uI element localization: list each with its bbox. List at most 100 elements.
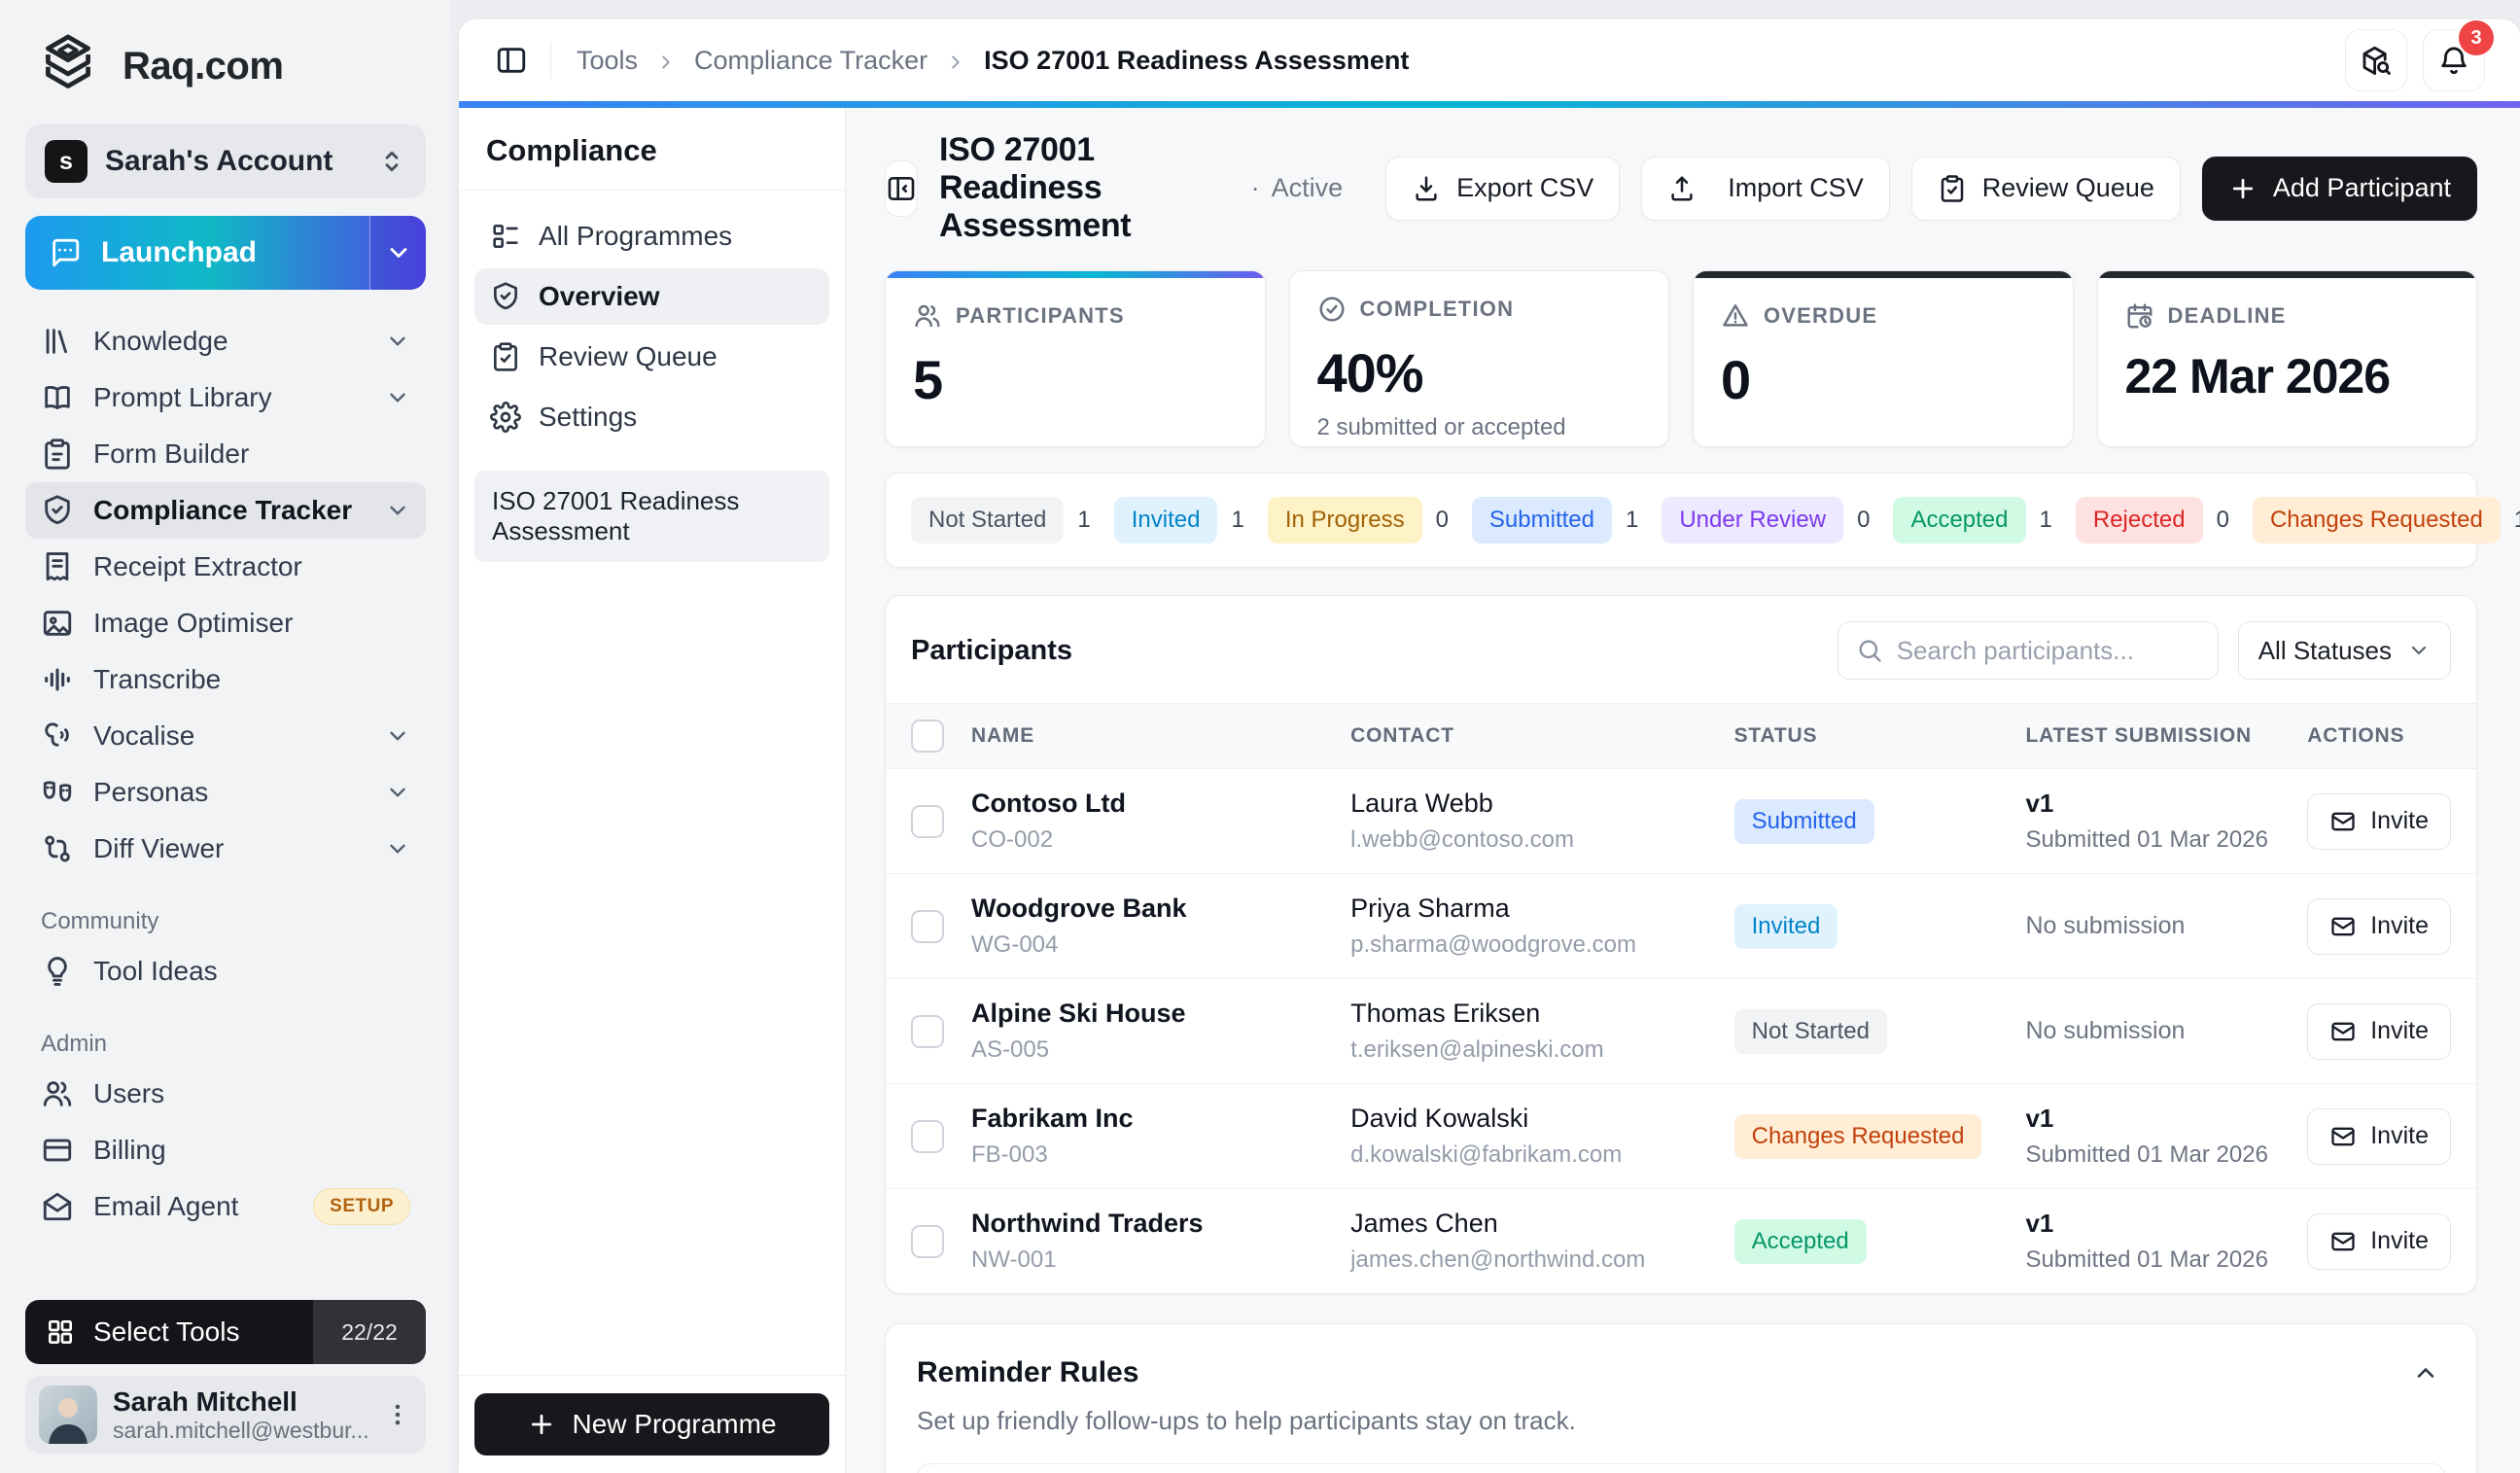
sidebar-toggle-button[interactable] bbox=[488, 37, 535, 84]
status-text: Active bbox=[1272, 173, 1344, 203]
sidebar-item-personas[interactable]: Personas bbox=[25, 764, 426, 821]
sidebar-item-tool-ideas[interactable]: Tool Ideas bbox=[25, 943, 426, 1000]
export-csv-button[interactable]: Export CSV bbox=[1385, 157, 1620, 221]
setup-badge: SETUP bbox=[313, 1188, 410, 1225]
add-participant-button[interactable]: Add Participant bbox=[2202, 157, 2477, 221]
sidebar-item-prompt-library[interactable]: Prompt Library bbox=[25, 369, 426, 426]
credit-card-icon bbox=[41, 1134, 74, 1167]
import-csv-button[interactable]: Import CSV bbox=[1641, 157, 1890, 221]
sidebar-nav: Knowledge Prompt Library Form Builder Co… bbox=[25, 313, 426, 877]
compliance-nav-review-queue[interactable]: Review Queue bbox=[474, 329, 829, 385]
contact-email: p.sharma@woodgrove.com bbox=[1350, 931, 1706, 959]
sidebar-item-transcribe[interactable]: Transcribe bbox=[25, 651, 426, 708]
chevron-down-icon bbox=[385, 239, 412, 266]
select-all-checkbox[interactable] bbox=[911, 719, 944, 753]
sidebar-item-email-agent[interactable]: Email Agent SETUP bbox=[25, 1178, 426, 1235]
table-row: Fabrikam IncFB-003 David Kowalskid.kowal… bbox=[886, 1084, 2476, 1189]
breadcrumb-tools[interactable]: Tools bbox=[577, 46, 638, 76]
package-search-button[interactable] bbox=[2345, 29, 2407, 91]
user-name: Sarah Mitchell bbox=[113, 1386, 368, 1418]
compliance-panel: Compliance All Programmes Overview bbox=[459, 108, 846, 1473]
sidebar-item-receipt-extractor[interactable]: Receipt Extractor bbox=[25, 539, 426, 595]
notifications-button[interactable]: 3 bbox=[2423, 29, 2485, 91]
breadcrumb-compliance-tracker[interactable]: Compliance Tracker bbox=[694, 46, 928, 76]
sidebar-item-compliance-tracker[interactable]: Compliance Tracker bbox=[25, 482, 426, 539]
content-row: Compliance All Programmes Overview bbox=[459, 108, 2520, 1473]
participant-search[interactable] bbox=[1838, 621, 2219, 680]
account-switcher[interactable]: s Sarah's Account bbox=[25, 124, 426, 198]
reminder-rule-item: Send 7 days before the deadline Disable bbox=[917, 1463, 2445, 1473]
brand: Raq.com bbox=[25, 23, 426, 103]
contact-email: t.eriksen@alpineski.com bbox=[1350, 1036, 1706, 1064]
sidebar-item-image-optimiser[interactable]: Image Optimiser bbox=[25, 595, 426, 651]
participant-name: Contoso Ltd bbox=[971, 789, 1323, 819]
new-programme-button[interactable]: New Programme bbox=[474, 1393, 829, 1455]
sidebar-item-vocalise[interactable]: Vocalise bbox=[25, 708, 426, 764]
row-checkbox[interactable] bbox=[911, 1120, 944, 1153]
user-menu[interactable]: Sarah Mitchell sarah.mitchell@westbur... bbox=[25, 1376, 426, 1454]
invite-button[interactable]: Invite bbox=[2307, 793, 2451, 850]
submission-version: v1 bbox=[2025, 1209, 2280, 1239]
sidebar-item-knowledge[interactable]: Knowledge bbox=[25, 313, 426, 369]
launchpad-main[interactable]: Launchpad bbox=[25, 216, 369, 290]
invite-button[interactable]: Invite bbox=[2307, 1003, 2451, 1060]
image-icon bbox=[41, 607, 74, 640]
status-badge: Submitted bbox=[1734, 799, 1874, 844]
community-section-label: Community bbox=[41, 908, 426, 935]
gear-icon bbox=[490, 402, 521, 433]
collapse-section-button[interactable] bbox=[2406, 1353, 2445, 1392]
chevron-down-icon bbox=[385, 498, 410, 523]
launchpad-button[interactable]: Launchpad bbox=[25, 216, 426, 290]
participant-code: CO-002 bbox=[971, 826, 1323, 854]
lightbulb-icon bbox=[41, 955, 74, 988]
row-checkbox[interactable] bbox=[911, 1225, 944, 1258]
select-tools-button[interactable]: Select Tools 22/22 bbox=[25, 1300, 426, 1364]
compliance-nav-overview[interactable]: Overview bbox=[474, 268, 829, 325]
plus-icon bbox=[2228, 174, 2258, 203]
chevron-down-icon bbox=[2407, 639, 2431, 662]
participant-name: Fabrikam Inc bbox=[971, 1104, 1323, 1134]
select-tools-main[interactable]: Select Tools bbox=[25, 1316, 313, 1348]
row-checkbox[interactable] bbox=[911, 805, 944, 838]
participant-code: WG-004 bbox=[971, 931, 1323, 959]
collapse-panel-button[interactable] bbox=[885, 160, 918, 217]
row-checkbox[interactable] bbox=[911, 910, 944, 943]
sidebar-item-form-builder[interactable]: Form Builder bbox=[25, 426, 426, 482]
invite-button[interactable]: Invite bbox=[2307, 1108, 2451, 1165]
status-pill-invited: Invited bbox=[1114, 497, 1218, 544]
sidebar-item-users[interactable]: Users bbox=[25, 1066, 426, 1122]
sidebar-bottom: Select Tools 22/22 Sarah Mitchell sarah.… bbox=[25, 1300, 426, 1454]
submission-version: v1 bbox=[2025, 1104, 2280, 1134]
brand-logo-icon bbox=[31, 29, 105, 103]
compliance-nav-settings[interactable]: Settings bbox=[474, 389, 829, 445]
workspace-column: Tools Compliance Tracker ISO 27001 Readi… bbox=[449, 0, 2520, 1473]
breadcrumb-current: ISO 27001 Readiness Assessment bbox=[984, 46, 1409, 76]
invite-button[interactable]: Invite bbox=[2307, 1213, 2451, 1270]
launchpad-expand-button[interactable] bbox=[369, 216, 426, 290]
page-header: ISO 27001 Readiness Assessment · Active … bbox=[885, 131, 2477, 245]
reminder-rules-description: Set up friendly follow-ups to help parti… bbox=[917, 1406, 2445, 1436]
stat-value: 22 Mar 2026 bbox=[2125, 348, 2450, 404]
status-filter-dropdown[interactable]: All Statuses bbox=[2238, 621, 2451, 680]
main-sidebar: Raq.com s Sarah's Account Launchpad bbox=[0, 0, 449, 1473]
sidebar-item-diff-viewer[interactable]: Diff Viewer bbox=[25, 821, 426, 877]
contact-name: Priya Sharma bbox=[1350, 894, 1706, 924]
search-input[interactable] bbox=[1897, 636, 2200, 666]
workspace-shell: Tools Compliance Tracker ISO 27001 Readi… bbox=[459, 19, 2520, 1473]
divider bbox=[550, 42, 551, 79]
contact-email: james.chen@northwind.com bbox=[1350, 1246, 1706, 1274]
contact-name: David Kowalski bbox=[1350, 1104, 1706, 1134]
table-row: Alpine Ski HouseAS-005 Thomas Eriksent.e… bbox=[886, 979, 2476, 1084]
stat-value: 5 bbox=[913, 348, 1238, 411]
sidebar-item-billing[interactable]: Billing bbox=[25, 1122, 426, 1178]
kebab-menu-icon[interactable] bbox=[383, 1400, 412, 1429]
app-root: Raq.com s Sarah's Account Launchpad bbox=[0, 0, 2520, 1473]
compliance-nav-all-programmes[interactable]: All Programmes bbox=[474, 208, 829, 264]
participant-name: Woodgrove Bank bbox=[971, 894, 1323, 924]
invite-button[interactable]: Invite bbox=[2307, 898, 2451, 955]
programme-item[interactable]: ISO 27001 Readiness Assessment bbox=[474, 471, 829, 562]
reminder-rules-panel: Reminder Rules Set up friendly follow-up… bbox=[885, 1323, 2477, 1473]
review-queue-button[interactable]: Review Queue bbox=[1911, 157, 2181, 221]
row-checkbox[interactable] bbox=[911, 1015, 944, 1048]
table-row: Northwind TradersNW-001 James Chenjames.… bbox=[886, 1189, 2476, 1294]
